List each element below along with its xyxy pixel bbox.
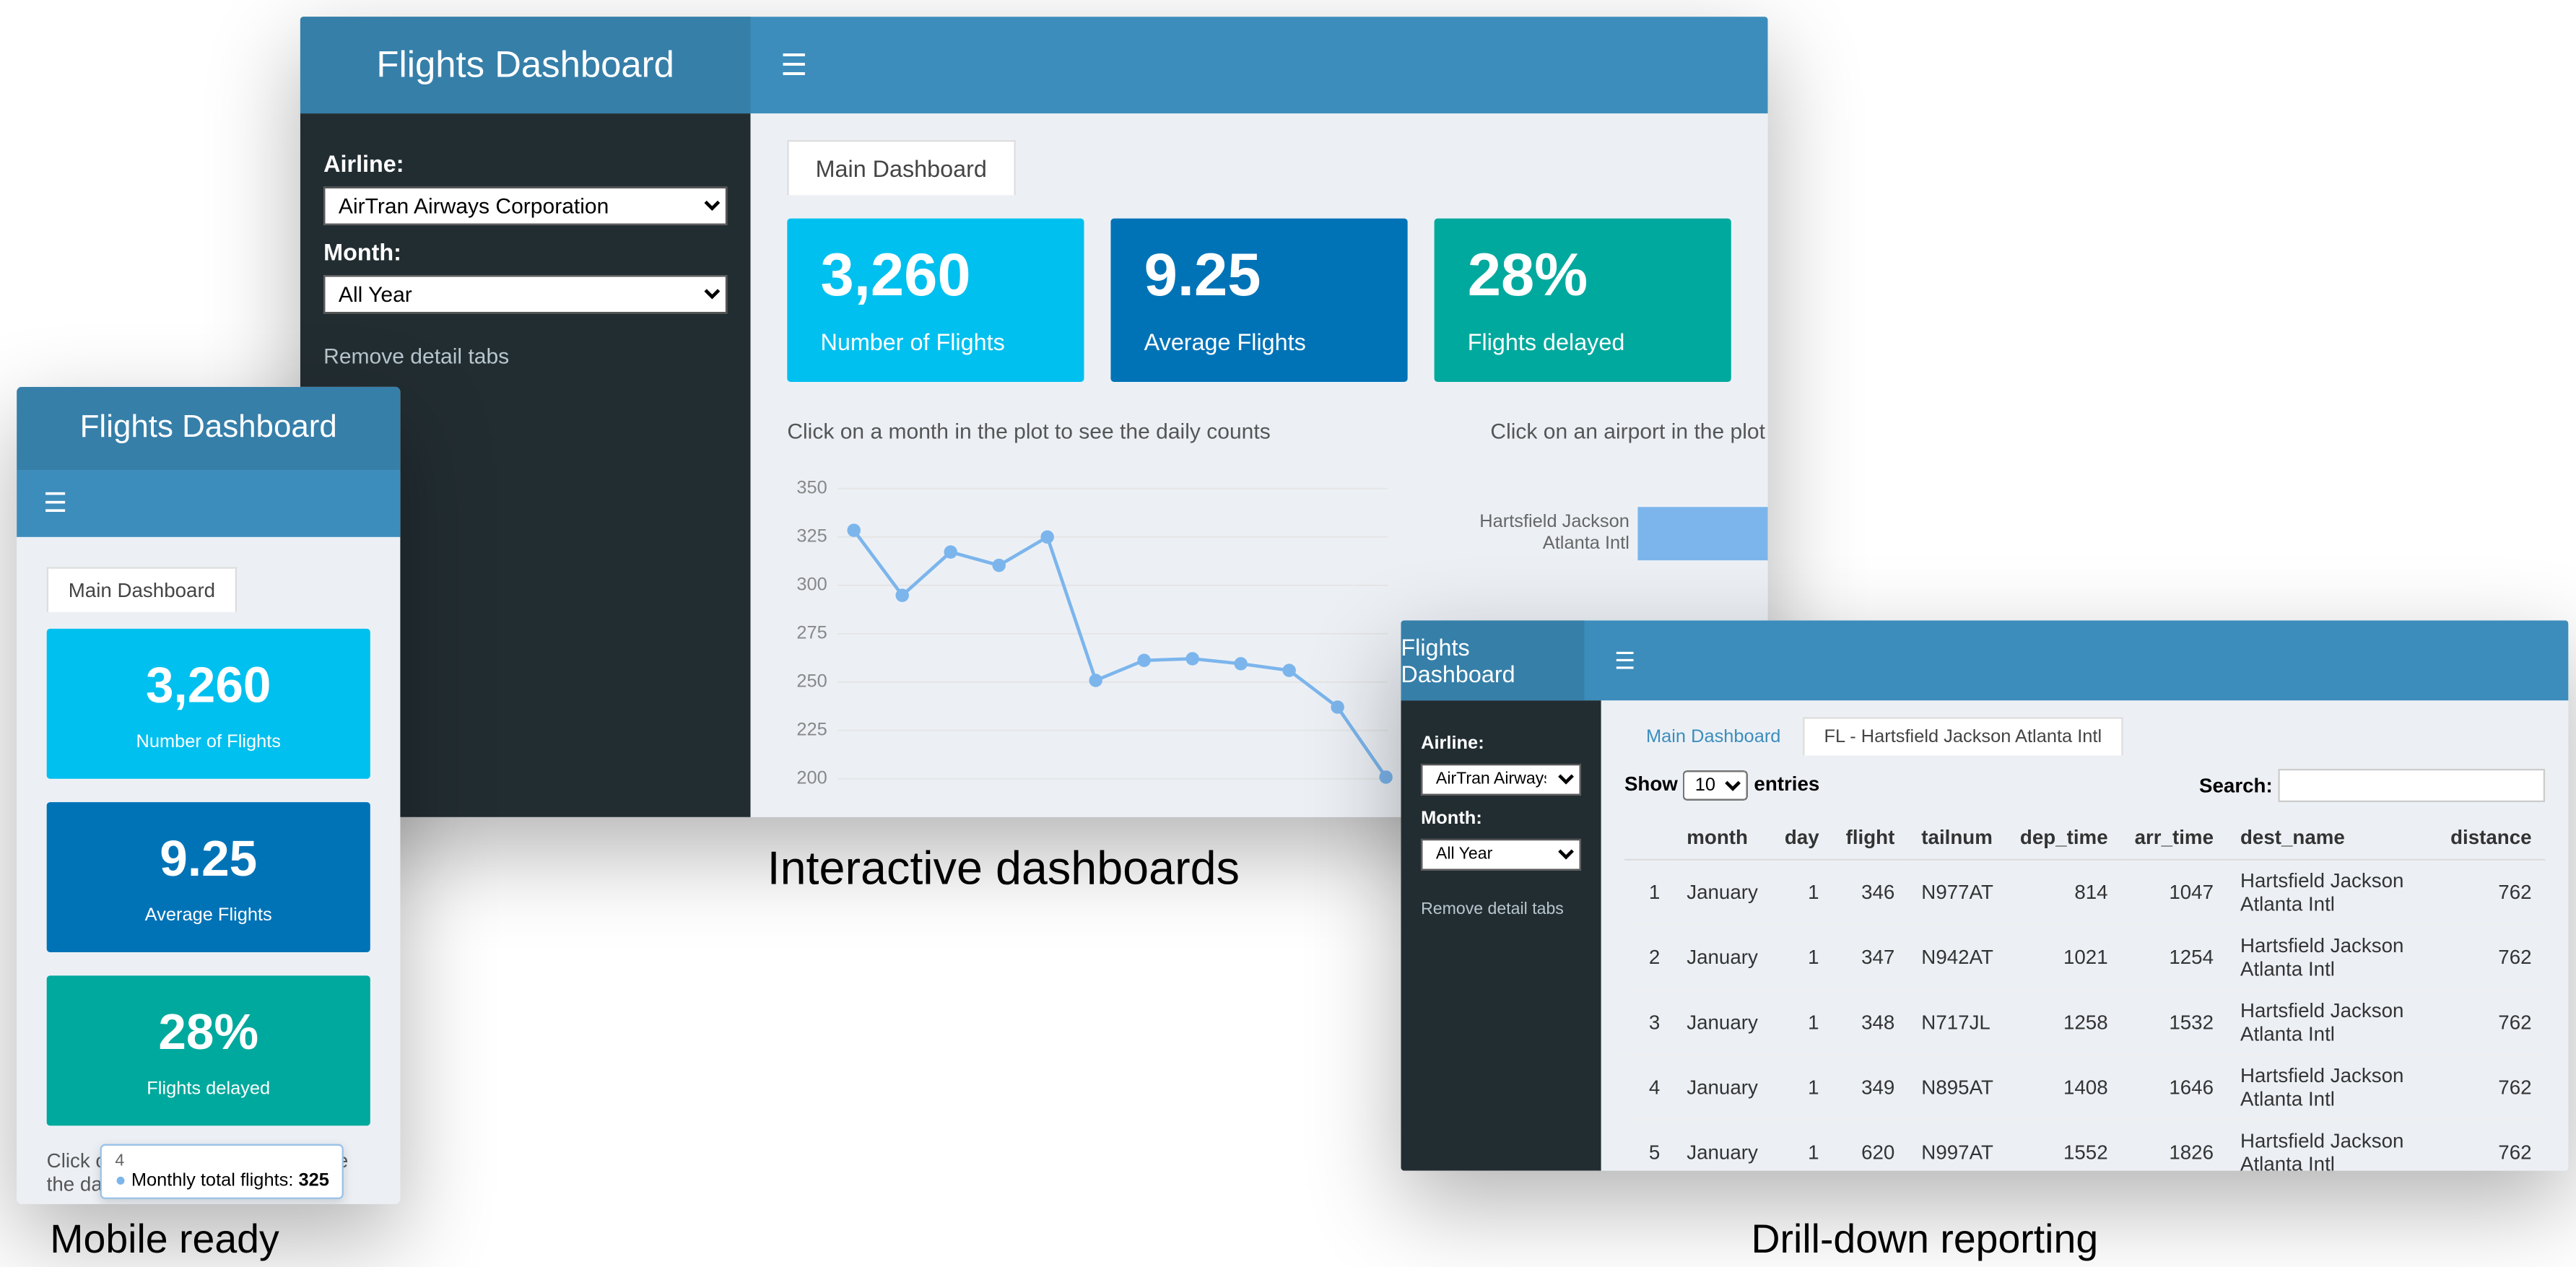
col-arr_time[interactable]: arr_time (2121, 816, 2227, 860)
drill-menu-icon[interactable]: ☰ (1585, 646, 1666, 674)
chart-tooltip: 4 ● Monthly total flights: 325 (100, 1144, 344, 1199)
table-row[interactable]: 4January1349N895AT14081646Hartsfield Jac… (1624, 1055, 2545, 1120)
drill-tab-detail[interactable]: FL - Hartsfield Jackson Atlanta Intl (1802, 717, 2123, 755)
caption-dash: Interactive dashboards (767, 843, 1240, 896)
svg-text:350: 350 (796, 478, 827, 498)
remove-tabs-link[interactable]: Remove detail tabs (323, 344, 727, 369)
mobile-card-delay: 28%Flights delayed (47, 975, 370, 1126)
airline-select[interactable]: AirTran Airways Corporation (323, 187, 727, 225)
caption-drill: Drill-down reporting (1752, 1217, 2099, 1264)
airline-label: Airline: (323, 150, 727, 177)
svg-text:200: 200 (796, 768, 827, 788)
caption-mobile: Mobile ready (50, 1217, 279, 1264)
svg-text:225: 225 (796, 720, 827, 740)
col-dest_name[interactable]: dest_name (2227, 816, 2437, 860)
svg-text:275: 275 (796, 623, 827, 643)
svg-text:Hartsfield Jackson: Hartsfield Jackson (1479, 511, 1629, 531)
menu-toggle-icon[interactable]: ☰ (751, 48, 837, 83)
card-flights: 3,260Number of Flights (787, 219, 1084, 382)
month-select[interactable]: All Year (323, 275, 727, 313)
mobile-tab-main[interactable]: Main Dashboard (47, 567, 237, 611)
card-avg: 9.25Average Flights (1110, 219, 1407, 382)
svg-text:325: 325 (796, 526, 827, 547)
table-row[interactable]: 5January1620N997AT15521826Hartsfield Jac… (1624, 1120, 2545, 1170)
bar-chart-title: Click on an airport in the plot to see t… (1471, 419, 1767, 444)
col-flight[interactable]: flight (1832, 816, 1908, 860)
tab-main-dashboard[interactable]: Main Dashboard (787, 140, 1015, 195)
drill-month-select[interactable]: All Year (1421, 839, 1581, 871)
card-delay: 28%Flights delayed (1435, 219, 1731, 382)
flights-table: monthdayflighttailnumdep_timearr_timedes… (1624, 816, 2545, 1171)
mobile-window: Flights Dashboard ☰ Main Dashboard 3,260… (17, 387, 400, 1204)
col-tailnum[interactable]: tailnum (1908, 816, 2007, 860)
drill-sidebar: Airline: AirTran Airways Corporation Mon… (1401, 700, 1601, 1170)
table-row[interactable]: 3January1348N717JL12581532Hartsfield Jac… (1624, 990, 2545, 1055)
col-distance[interactable]: distance (2437, 816, 2545, 860)
mobile-menu-icon[interactable]: ☰ (17, 470, 400, 536)
table-row[interactable]: 1January1346N977AT8141047Hartsfield Jack… (1624, 860, 2545, 925)
col-dep_time[interactable]: dep_time (2006, 816, 2121, 860)
mobile-brand: Flights Dashboard (17, 387, 400, 471)
page-size-select[interactable]: 10 (1684, 770, 1749, 801)
mobile-card-flights: 3,260Number of Flights (47, 629, 370, 779)
table-row[interactable]: 2January1347N942AT10211254Hartsfield Jac… (1624, 925, 2545, 990)
col-idx[interactable] (1624, 816, 1674, 860)
line-chart[interactable]: 350 325 300 275 250 225 200 175 0 2 4 6 … (787, 461, 1404, 817)
drilldown-window: Flights Dashboard ☰ Airline: AirTran Air… (1401, 620, 2568, 1170)
col-month[interactable]: month (1674, 816, 1772, 860)
drill-airline-select[interactable]: AirTran Airways Corporation (1421, 764, 1581, 796)
bar-atlanta[interactable] (1637, 507, 1767, 560)
month-label: Month: (323, 238, 727, 265)
svg-text:Atlanta Intl: Atlanta Intl (1543, 533, 1629, 553)
svg-text:250: 250 (796, 671, 827, 692)
line-chart-title: Click on a month in the plot to see the … (787, 419, 1404, 444)
mobile-card-avg: 9.25Average Flights (47, 802, 370, 952)
drill-brand: Flights Dashboard (1401, 620, 1584, 700)
svg-text:300: 300 (796, 575, 827, 595)
drill-tab-main[interactable]: Main Dashboard (1624, 717, 1803, 755)
search-input[interactable] (2278, 769, 2545, 802)
drill-remove-link[interactable]: Remove detail tabs (1421, 900, 1581, 918)
col-day[interactable]: day (1771, 816, 1832, 860)
app-brand: Flights Dashboard (300, 17, 751, 113)
